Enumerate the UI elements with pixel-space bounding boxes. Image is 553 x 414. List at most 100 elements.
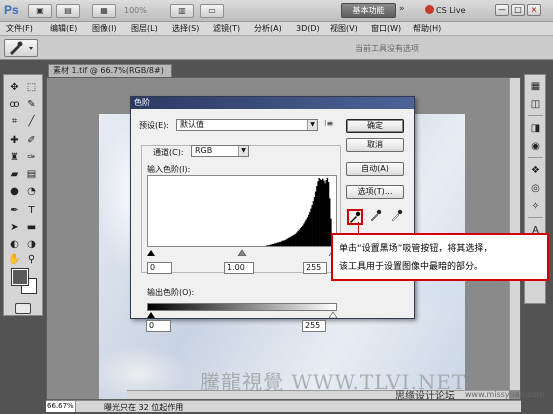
arrange-documents-button[interactable]: ▥: [170, 4, 194, 18]
adjustments-panel-icon[interactable]: ◨: [528, 121, 543, 136]
mini-bridge-button[interactable]: ▤: [56, 4, 80, 18]
quick-select-tool-icon[interactable]: ✎: [24, 97, 39, 112]
channel-value: RGB: [195, 146, 213, 155]
eyedropper-group: [343, 207, 409, 227]
menu-file[interactable]: 文件(F): [6, 23, 33, 35]
set-black-point-eyedropper-icon[interactable]: [347, 209, 363, 225]
foreground-color-swatch[interactable]: [12, 269, 28, 285]
menu-help[interactable]: 帮助(H): [413, 23, 441, 35]
cs-live-menu[interactable]: CS Live: [425, 5, 466, 15]
close-button[interactable]: ×: [527, 4, 541, 16]
channels-panel-icon[interactable]: ◎: [528, 181, 543, 196]
3d-orbit-tool-icon[interactable]: ◑: [24, 237, 39, 252]
menu-edit[interactable]: 编辑(E): [50, 23, 77, 35]
ok-button[interactable]: 确定: [346, 119, 404, 133]
input-white-field[interactable]: 255: [303, 262, 327, 274]
input-black-field[interactable]: 0: [147, 262, 172, 274]
menu-3d[interactable]: 3D(D): [296, 23, 320, 35]
photoshop-logo: Ps: [4, 3, 19, 17]
lasso-tool-icon[interactable]: ꝏ: [7, 97, 22, 112]
preset-options-icon[interactable]: ⁝≡: [324, 119, 333, 128]
blur-tool-icon[interactable]: ●: [7, 184, 22, 199]
chevron-down-icon: ▼: [307, 120, 317, 130]
auto-button[interactable]: 自动(A): [346, 162, 404, 176]
input-gamma-field[interactable]: 1.00: [224, 262, 254, 274]
screen-mode-button[interactable]: ▭: [200, 4, 224, 18]
more-workspaces-icon[interactable]: »: [399, 4, 405, 14]
set-white-point-eyedropper-icon[interactable]: [389, 209, 405, 225]
masks-panel-icon[interactable]: ◉: [528, 139, 543, 154]
pen-tool-icon[interactable]: ✒: [7, 203, 22, 218]
status-bar: 66.67% 曝光只在 32 位起作用: [46, 400, 521, 412]
view-extras-button[interactable]: ▦: [92, 4, 116, 18]
menu-analysis[interactable]: 分析(A): [254, 23, 282, 35]
output-white-field[interactable]: 255: [302, 320, 326, 332]
preset-select[interactable]: 默认值 ▼: [176, 119, 318, 131]
healing-brush-tool-icon[interactable]: ✚: [7, 133, 22, 148]
crop-tool-icon[interactable]: ⌗: [7, 114, 22, 129]
shape-tool-icon[interactable]: ▬: [24, 220, 39, 235]
maximize-button[interactable]: □: [511, 4, 525, 16]
panel-separator: [528, 115, 543, 116]
input-gamma-handle[interactable]: [237, 249, 247, 256]
menu-select[interactable]: 选择(S): [172, 23, 199, 35]
color-panel-icon[interactable]: ◫: [528, 97, 543, 112]
eraser-tool-icon[interactable]: ▰: [7, 167, 22, 182]
dodge-tool-icon[interactable]: ◔: [24, 184, 39, 199]
type-tool-icon[interactable]: T: [24, 203, 39, 218]
input-levels-slider[interactable]: [147, 248, 337, 256]
menu-window[interactable]: 窗口(W): [371, 23, 401, 35]
tutorial-callout: 单击“设置黑场”吸管按钮，将其选择， 该工具用于设置图像中最暗的部分。: [331, 233, 549, 281]
zoom-field[interactable]: 66.67%: [46, 401, 76, 412]
3d-rotate-tool-icon[interactable]: ◐: [7, 237, 22, 252]
panel-separator: [528, 217, 543, 218]
layers-panel-icon[interactable]: ❖: [528, 163, 543, 178]
cs-live-label: CS Live: [436, 6, 466, 15]
panel-separator: [528, 157, 543, 158]
eyedropper-tool-icon[interactable]: ╱: [24, 114, 39, 129]
menu-filter[interactable]: 滤镜(T): [213, 23, 240, 35]
menu-layer[interactable]: 图层(L): [131, 23, 158, 35]
hand-tool-icon[interactable]: ✋: [7, 252, 22, 267]
channel-label: 通道(C):: [153, 148, 184, 157]
gradient-tool-icon[interactable]: ▤: [24, 167, 39, 182]
brush-tool-icon[interactable]: ✐: [24, 133, 39, 148]
menu-image[interactable]: 图像(I): [92, 23, 117, 35]
site-url: www.missyuan.com: [465, 390, 545, 399]
workspace-essentials-button[interactable]: 基本功能: [341, 3, 396, 18]
output-black-handle[interactable]: [147, 312, 155, 318]
history-brush-tool-icon[interactable]: ✑: [24, 150, 39, 165]
output-white-handle[interactable]: [328, 311, 337, 318]
menu-view[interactable]: 视图(V): [330, 23, 358, 35]
minimize-button[interactable]: —: [495, 4, 509, 16]
set-gray-point-eyedropper-icon[interactable]: [368, 209, 384, 225]
document-tab[interactable]: 素材 1.tif @ 66.7%(RGB/8#): [48, 64, 172, 77]
options-bar: 当前工具没有选项: [0, 36, 553, 60]
zoom-tool-icon[interactable]: ⚲: [24, 252, 39, 267]
cancel-button[interactable]: 取消: [346, 138, 404, 152]
clone-stamp-tool-icon[interactable]: ♜: [7, 150, 22, 165]
dialog-title: 色阶: [131, 97, 414, 109]
output-levels-gradient: [147, 303, 337, 311]
output-black-field[interactable]: 0: [146, 320, 171, 332]
output-levels-label: 输出色阶(O):: [147, 288, 195, 297]
bridge-button[interactable]: ▣: [28, 4, 52, 18]
options-button[interactable]: 选项(T)...: [346, 185, 404, 199]
path-selection-tool-icon[interactable]: ➤: [7, 220, 22, 235]
channel-select[interactable]: RGB ▼: [191, 145, 249, 157]
tool-preset-picker[interactable]: [4, 39, 38, 57]
histogram: [147, 175, 337, 247]
zoom-level-combo[interactable]: 100%: [124, 5, 158, 17]
quick-mask-button[interactable]: [15, 303, 31, 314]
application-bar: Ps ▣ ▤ ▦ 100% ▥ ▭ 基本功能 » CS Live — □ ×: [0, 0, 553, 22]
preset-label: 预设(E):: [139, 121, 169, 130]
input-levels-label: 输入色阶(I):: [147, 165, 191, 174]
history-panel-icon[interactable]: ▦: [528, 79, 543, 94]
move-tool-icon[interactable]: ✥: [7, 80, 22, 95]
output-levels-slider[interactable]: [147, 311, 337, 318]
levels-dialog: 色阶 预设(E): 默认值 ▼ ⁝≡ 确定 取消 自动(A) 选项(T)... …: [130, 96, 415, 319]
paths-panel-icon[interactable]: ✧: [528, 199, 543, 214]
marquee-tool-icon[interactable]: ⬚: [24, 80, 39, 95]
input-black-point-handle[interactable]: [147, 250, 155, 256]
callout-line-2: 该工具用于设置图像中最暗的部分。: [339, 262, 484, 272]
